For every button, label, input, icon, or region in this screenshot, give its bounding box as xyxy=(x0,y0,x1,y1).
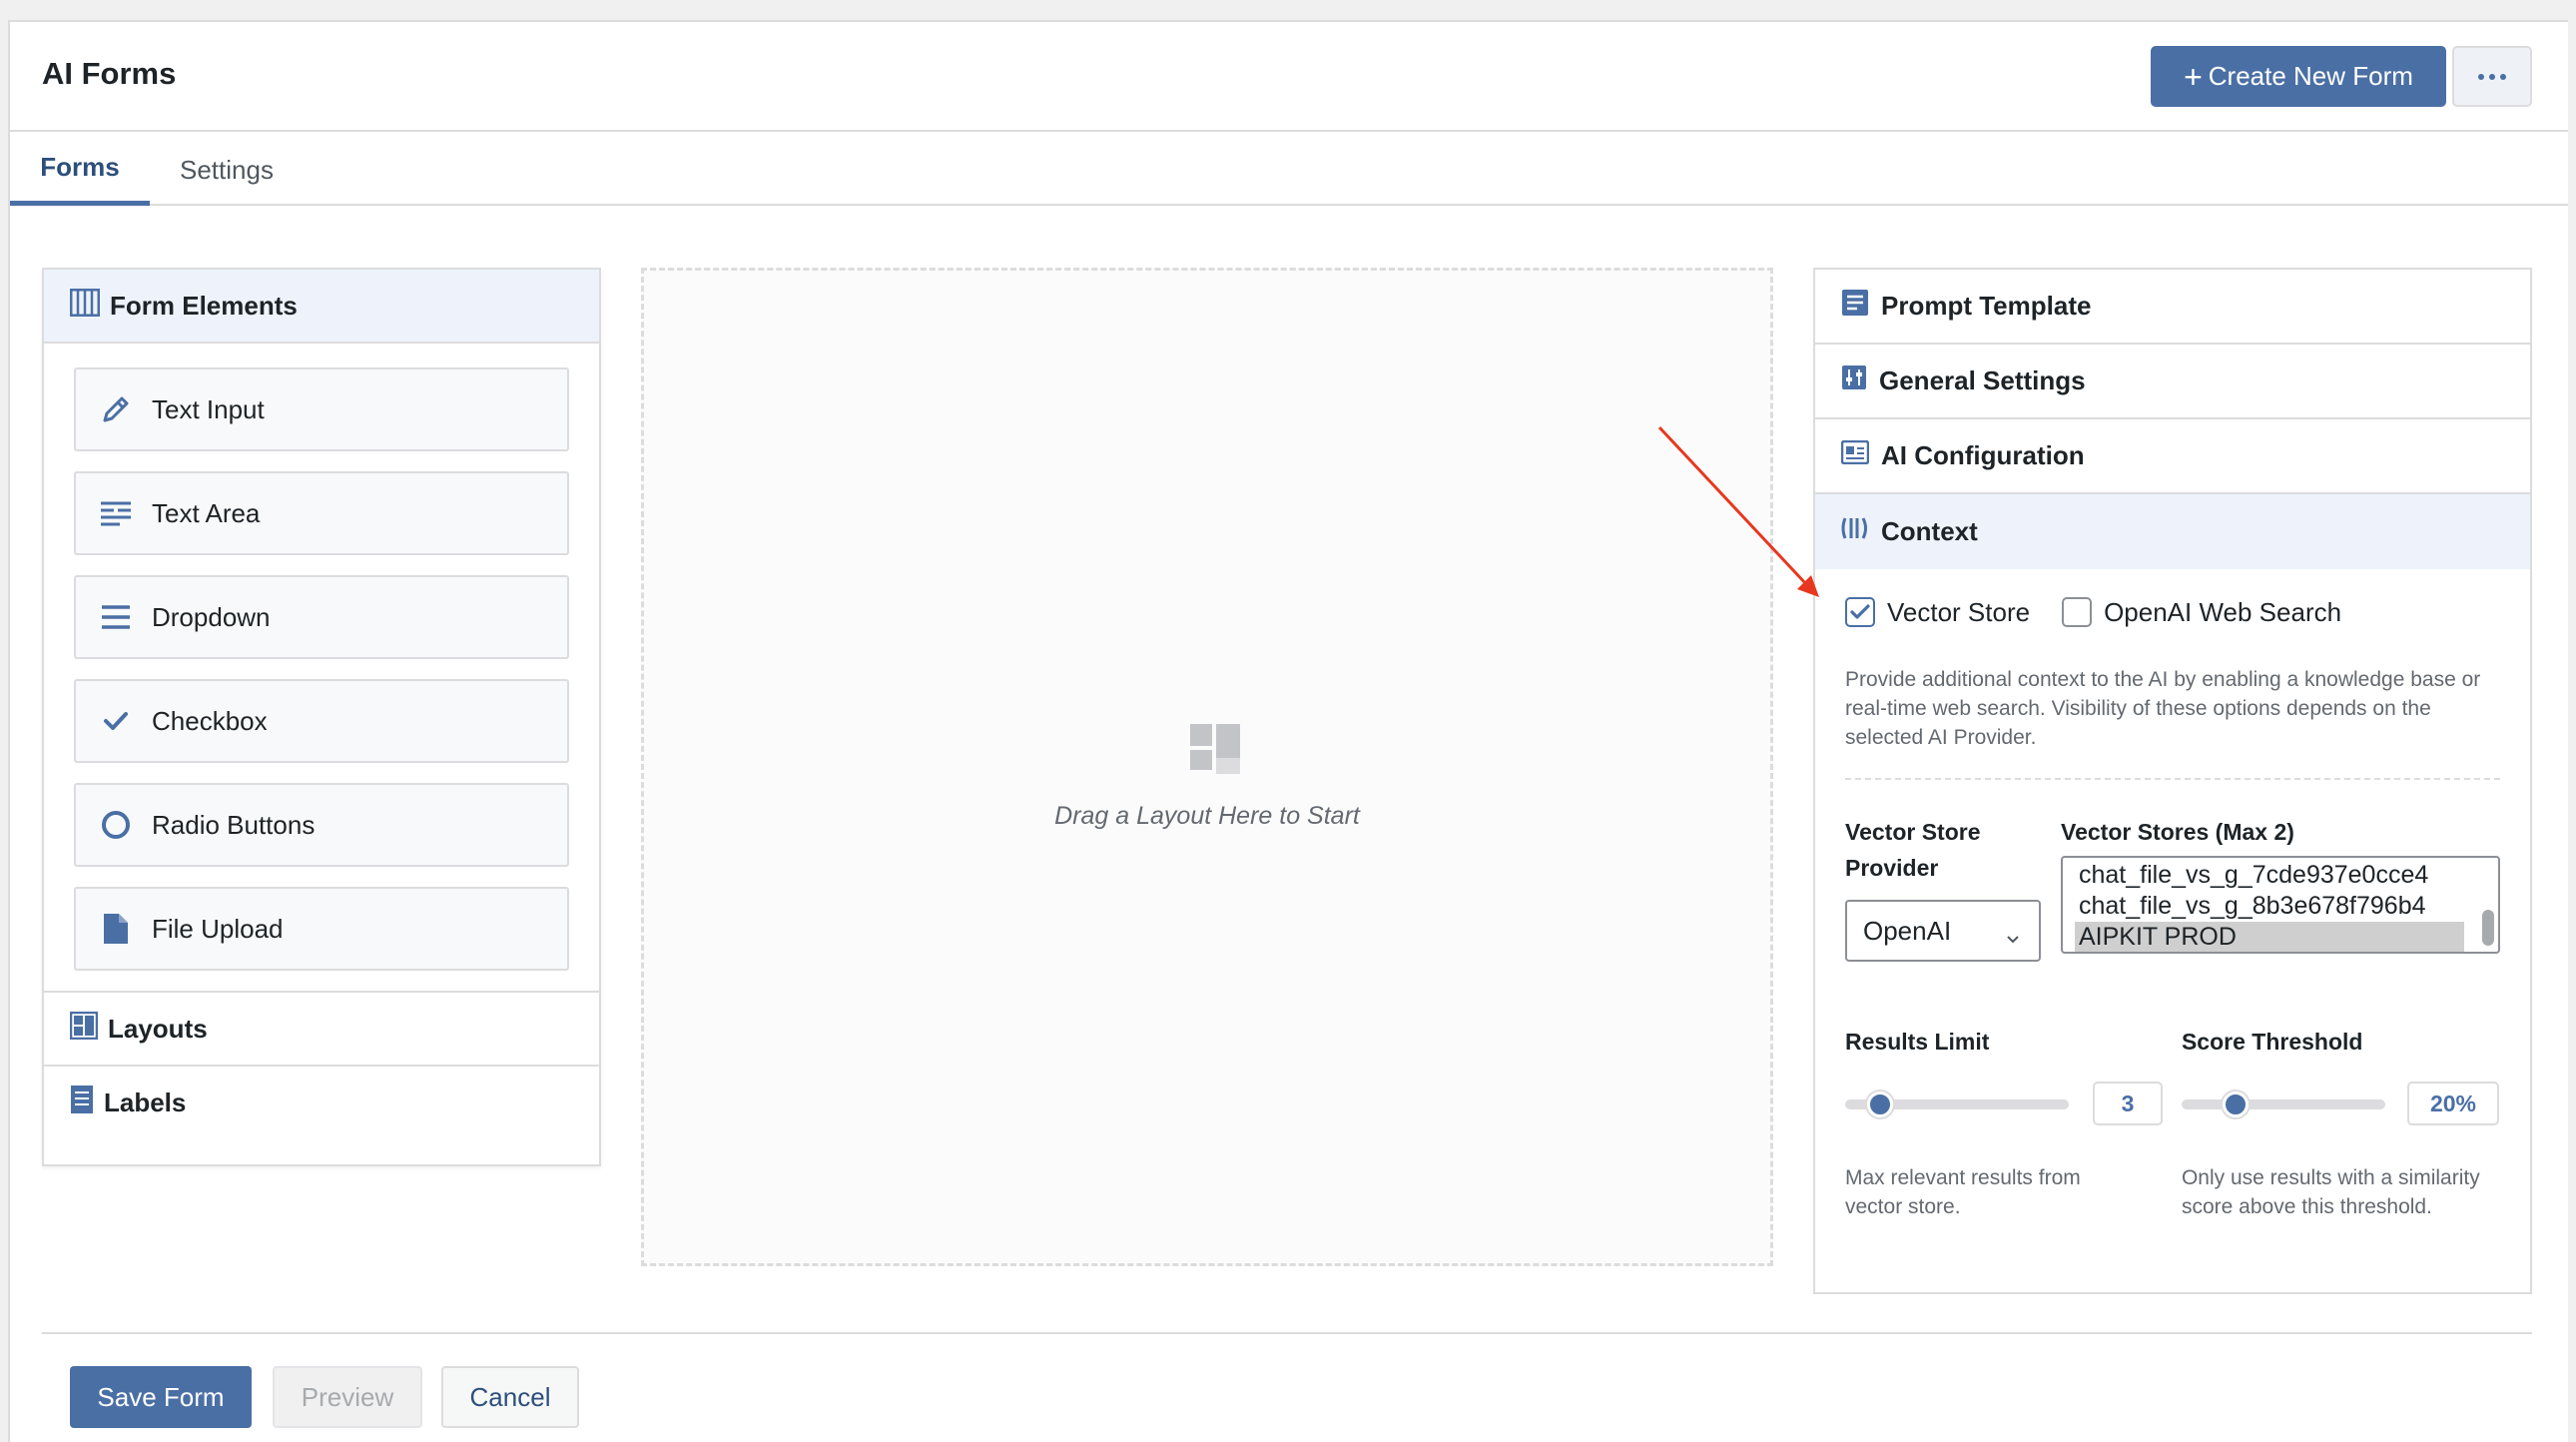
score-threshold-label: Score Threshold xyxy=(2181,1029,2363,1055)
store-option-selected[interactable]: AIPKIT PROD xyxy=(2075,922,2464,952)
vector-store-checkbox[interactable] xyxy=(1845,597,1875,627)
accordion-label: AI Configuration xyxy=(1881,440,2085,470)
results-limit-thumb[interactable] xyxy=(1867,1091,1894,1117)
accordion-prompt-template[interactable]: Prompt Template xyxy=(1815,270,2530,345)
accordion-ai-configuration[interactable]: AI Configuration xyxy=(1815,419,2530,494)
pencil-icon xyxy=(98,391,134,427)
retrieval-sliders: Results Limit 3 Max relevant results fro… xyxy=(1845,1024,2500,1243)
more-options-button[interactable] xyxy=(2452,46,2532,107)
more-dot xyxy=(2489,73,2495,80)
results-limit-label: Results Limit xyxy=(1845,1029,1990,1055)
element-label: File Upload xyxy=(152,913,284,944)
score-threshold-group: Score Threshold 20% Only use results wit… xyxy=(2181,1024,2500,1243)
element-text-input[interactable]: Text Input xyxy=(74,367,569,451)
app-header: AI Forms + Create New Form xyxy=(10,22,2568,132)
results-limit-group: Results Limit 3 Max relevant results fro… xyxy=(1845,1024,2182,1243)
element-label: Dropdown xyxy=(152,601,271,632)
context-options: Vector Store OpenAI Web Search xyxy=(1845,569,2500,655)
multiselect-scrollbar[interactable] xyxy=(2482,910,2494,946)
tab-bar: Forms Settings xyxy=(10,134,2568,206)
accordion-general-settings[interactable]: General Settings xyxy=(1815,345,2530,419)
provider-select[interactable]: OpenAI xyxy=(1845,900,2041,962)
more-dot xyxy=(2500,73,2506,80)
accordion-label: Context xyxy=(1881,516,1978,546)
check-icon xyxy=(98,703,134,739)
text-lines-icon xyxy=(98,495,134,531)
save-form-button[interactable]: Save Form xyxy=(70,1366,252,1428)
check-icon xyxy=(1850,604,1870,619)
context-description: Provide additional context to the AI by … xyxy=(1845,665,2500,780)
section-label: Layouts xyxy=(108,1013,208,1044)
vector-store-settings: Vector Store Provider OpenAI Vector Stor… xyxy=(1845,814,2500,962)
create-new-form-button[interactable]: + Create New Form xyxy=(2151,46,2446,107)
accordion-context[interactable]: Context xyxy=(1815,494,2530,569)
tab-forms[interactable]: Forms xyxy=(10,134,150,206)
score-threshold-thumb[interactable] xyxy=(2222,1091,2249,1117)
page-title: AI Forms xyxy=(42,56,177,91)
store-option[interactable]: chat_file_vs_g_7cde937e0cce4 xyxy=(2079,860,2478,891)
sliders-icon xyxy=(1841,364,1867,397)
element-label: Checkbox xyxy=(152,705,268,736)
stores-label: Vector Stores (Max 2) xyxy=(2061,819,2294,845)
results-limit-help: Max relevant results from vector store. xyxy=(1845,1166,2081,1218)
store-option[interactable]: chat_file_vs_g_8b3e678f796b4 xyxy=(2079,891,2478,922)
element-file-upload[interactable]: File Upload xyxy=(74,887,569,971)
element-dropdown[interactable]: Dropdown xyxy=(74,575,569,659)
footer-divider xyxy=(42,1332,2532,1334)
element-radio-buttons[interactable]: Radio Buttons xyxy=(74,783,569,867)
element-text-area[interactable]: Text Area xyxy=(74,471,569,555)
element-label: Radio Buttons xyxy=(152,809,316,840)
cancel-button[interactable]: Cancel xyxy=(441,1366,579,1428)
section-labels[interactable]: Labels xyxy=(44,1065,599,1138)
section-label: Labels xyxy=(104,1086,187,1117)
accordion-label: Prompt Template xyxy=(1881,291,2092,321)
web-search-label[interactable]: OpenAI Web Search xyxy=(2104,597,2341,628)
plus-icon: + xyxy=(2184,58,2203,95)
results-limit-value[interactable]: 3 xyxy=(2093,1082,2163,1125)
provider-column: Vector Store Provider OpenAI xyxy=(1845,814,2061,962)
preview-button[interactable]: Preview xyxy=(273,1366,422,1428)
score-threshold-value[interactable]: 20% xyxy=(2406,1082,2499,1125)
layout-icon xyxy=(69,1011,99,1047)
provider-label-line1: Vector Store xyxy=(1845,819,1981,845)
ai-forms-app: AI Forms + Create New Form Forms Setting… xyxy=(8,20,2568,1442)
tab-settings[interactable]: Settings xyxy=(180,134,274,206)
radio-circle-icon xyxy=(98,807,134,843)
form-builder-canvas[interactable]: Drag a Layout Here to Start xyxy=(641,268,1773,1266)
context-body: Vector Store OpenAI Web Search Provide a… xyxy=(1815,569,2530,1243)
layout-placeholder-icon xyxy=(1190,724,1240,779)
score-threshold-track[interactable] xyxy=(2181,1099,2385,1109)
prompt-template-icon xyxy=(1841,289,1869,324)
vector-stores-multiselect[interactable]: chat_file_vs_g_7cde937e0cce4 chat_file_v… xyxy=(2061,856,2500,954)
vector-store-label[interactable]: Vector Store xyxy=(1887,597,2030,628)
element-checkbox[interactable]: Checkbox xyxy=(74,679,569,763)
ai-config-icon xyxy=(1840,439,1870,471)
stores-column: Vector Stores (Max 2) chat_file_vs_g_7cd… xyxy=(2061,814,2500,962)
accordion-label: General Settings xyxy=(1879,365,2086,395)
columns-icon xyxy=(69,288,101,324)
web-search-checkbox[interactable] xyxy=(2062,597,2093,627)
form-elements-header[interactable]: Form Elements xyxy=(44,270,599,344)
more-horizontal-icon xyxy=(2478,73,2484,80)
element-list: Text Input Text Area Dropdown Checkbox R… xyxy=(44,344,599,971)
section-layouts[interactable]: Layouts xyxy=(44,991,599,1065)
element-label: Text Area xyxy=(152,497,261,528)
hamburger-icon xyxy=(98,599,134,635)
settings-panel: Prompt Template General Settings AI Conf… xyxy=(1813,268,2532,1294)
chevron-down-icon xyxy=(2005,922,2021,953)
score-threshold-help: Only use results with a similarity score… xyxy=(2181,1166,2480,1218)
provider-label-line2: Provider xyxy=(1845,855,1939,881)
provider-select-value: OpenAI xyxy=(1863,915,1952,946)
element-label: Text Input xyxy=(152,393,265,424)
canvas-placeholder-text: Drag a Layout Here to Start xyxy=(1054,802,1360,830)
form-elements-panel: Form Elements Text Input Text Area Dropd… xyxy=(42,268,601,1166)
create-new-form-label: Create New Form xyxy=(2208,61,2413,91)
context-icon xyxy=(1841,516,1869,547)
label-list-icon xyxy=(70,1084,94,1121)
form-elements-title: Form Elements xyxy=(110,290,298,321)
document-icon xyxy=(98,911,134,947)
